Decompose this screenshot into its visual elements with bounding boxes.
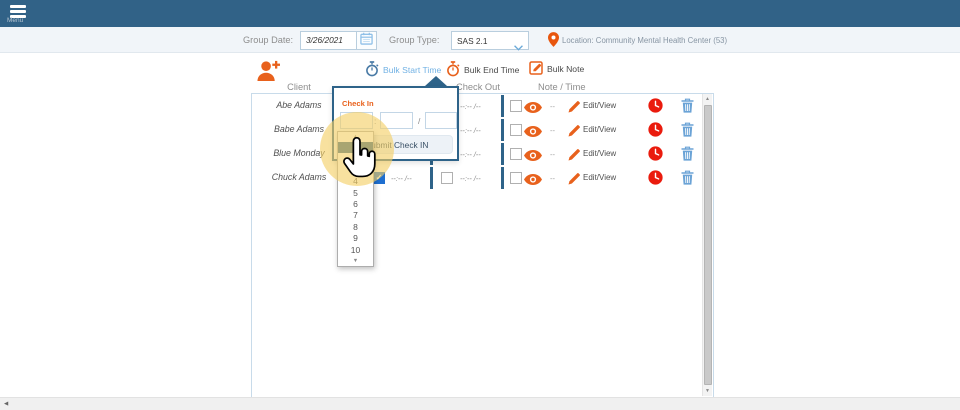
- table-row: Abe Adams ✓ --:-- /-- --:-- /-- -- Edit/…: [252, 94, 700, 118]
- edit-view-link[interactable]: Edit/View: [583, 149, 616, 158]
- location-text: Location: Community Mental Health Center…: [562, 36, 727, 45]
- eye-icon[interactable]: [524, 124, 542, 142]
- late-clock-icon[interactable]: [648, 170, 663, 190]
- column-header-note-time: Note / Time: [538, 82, 586, 92]
- note-placeholder-dash: --: [550, 102, 555, 111]
- hand-cursor-icon: [338, 137, 378, 187]
- check-out-checkbox[interactable]: [441, 172, 453, 184]
- trash-icon[interactable]: [681, 122, 694, 142]
- eye-icon[interactable]: [524, 172, 542, 190]
- popup-arrow: [425, 76, 447, 86]
- pencil-icon[interactable]: [568, 100, 580, 118]
- trash-icon[interactable]: [681, 146, 694, 166]
- column-divider: [501, 167, 504, 189]
- group-date-input[interactable]: 3/26/2021: [300, 31, 360, 50]
- check-in-time: --:-- /--: [391, 174, 412, 183]
- late-clock-icon[interactable]: [648, 98, 663, 118]
- note-checkbox[interactable]: [510, 148, 522, 160]
- edit-view-link[interactable]: Edit/View: [583, 173, 616, 182]
- column-divider: [501, 143, 504, 165]
- hour-option[interactable]: 7: [338, 210, 373, 221]
- hour-option[interactable]: 9: [338, 233, 373, 244]
- scroll-up-arrow-icon[interactable]: ▲: [703, 94, 712, 104]
- column-divider: [430, 167, 433, 189]
- client-name: Chuck Adams: [258, 172, 340, 182]
- top-nav-bar: Menu: [0, 0, 960, 27]
- bulk-note-label: Bulk Note: [547, 64, 584, 74]
- pencil-icon[interactable]: [568, 148, 580, 166]
- check-out-time: --:-- /--: [460, 126, 481, 135]
- eye-icon[interactable]: [524, 148, 542, 166]
- check-out-time: --:-- /--: [460, 150, 481, 159]
- hour-option[interactable]: 5: [338, 188, 373, 199]
- group-type-label: Group Type:: [389, 35, 439, 45]
- hour-option[interactable]: 8: [338, 222, 373, 233]
- calendar-icon: [360, 32, 373, 50]
- stopwatch-icon: [446, 61, 460, 79]
- hour-option[interactable]: 10: [338, 245, 373, 256]
- horizontal-scrollbar[interactable]: ◀: [0, 397, 960, 410]
- time-slash-separator: /: [418, 116, 420, 126]
- eye-icon[interactable]: [524, 100, 542, 118]
- column-header-check-out: Check Out: [456, 82, 500, 92]
- note-checkbox[interactable]: [510, 124, 522, 136]
- bulk-end-time-label: Bulk End Time: [464, 65, 519, 75]
- note-placeholder-dash: --: [550, 174, 555, 183]
- group-type-select[interactable]: SAS 2.1: [451, 31, 529, 50]
- hour-option[interactable]: 6: [338, 199, 373, 210]
- dropdown-scroll-down-icon[interactable]: ▼: [338, 256, 373, 266]
- trash-icon[interactable]: [681, 170, 694, 190]
- note-placeholder-dash: --: [550, 150, 555, 159]
- group-attendance-screen: Menu Group Date: 3/26/2021 Group Type: S…: [0, 0, 960, 410]
- client-rows: Abe Adams ✓ --:-- /-- --:-- /-- -- Edit/…: [252, 94, 700, 190]
- table-row: Chuck Adams ✓ --:-- /-- --:-- /-- -- Edi…: [252, 166, 700, 190]
- column-divider: [501, 95, 504, 117]
- client-name: Abe Adams: [258, 100, 340, 110]
- scroll-left-arrow-icon[interactable]: ◀: [4, 401, 8, 407]
- column-header-client: Client: [258, 82, 340, 92]
- edit-view-link[interactable]: Edit/View: [583, 125, 616, 134]
- check-in-ampm-input[interactable]: [425, 112, 457, 129]
- trash-icon[interactable]: [681, 98, 694, 118]
- chevron-down-icon: [514, 38, 523, 56]
- note-placeholder-dash: --: [550, 126, 555, 135]
- check-in-popup-title: Check In: [342, 99, 374, 108]
- note-checkbox[interactable]: [510, 172, 522, 184]
- menu-label[interactable]: Menu: [7, 17, 23, 24]
- late-clock-icon[interactable]: [648, 146, 663, 166]
- location-pin-icon: [548, 32, 559, 52]
- pencil-icon[interactable]: [568, 172, 580, 190]
- note-pencil-icon: [529, 61, 543, 77]
- column-divider: [501, 119, 504, 141]
- pencil-icon[interactable]: [568, 124, 580, 142]
- note-checkbox[interactable]: [510, 100, 522, 112]
- late-clock-icon[interactable]: [648, 122, 663, 142]
- table-row: Babe Adams ✓ --:-- /-- --:-- /-- -- Edit…: [252, 118, 700, 142]
- edit-view-link[interactable]: Edit/View: [583, 101, 616, 110]
- stopwatch-icon: [365, 61, 379, 79]
- vertical-scrollbar-thumb[interactable]: [704, 105, 712, 385]
- calendar-button[interactable]: [356, 31, 377, 50]
- bulk-note-button[interactable]: Bulk Note: [529, 61, 584, 77]
- check-out-time: --:-- /--: [460, 102, 481, 111]
- bulk-end-time-button[interactable]: Bulk End Time: [446, 61, 519, 79]
- scroll-down-arrow-icon[interactable]: ▼: [703, 386, 712, 396]
- group-type-value: SAS 2.1: [457, 36, 487, 46]
- group-date-label: Group Date:: [243, 35, 293, 45]
- check-out-time: --:-- /--: [460, 174, 481, 183]
- vertical-scrollbar[interactable]: ▲ ▼: [702, 94, 712, 396]
- bulk-start-time-label: Bulk Start Time: [383, 65, 441, 75]
